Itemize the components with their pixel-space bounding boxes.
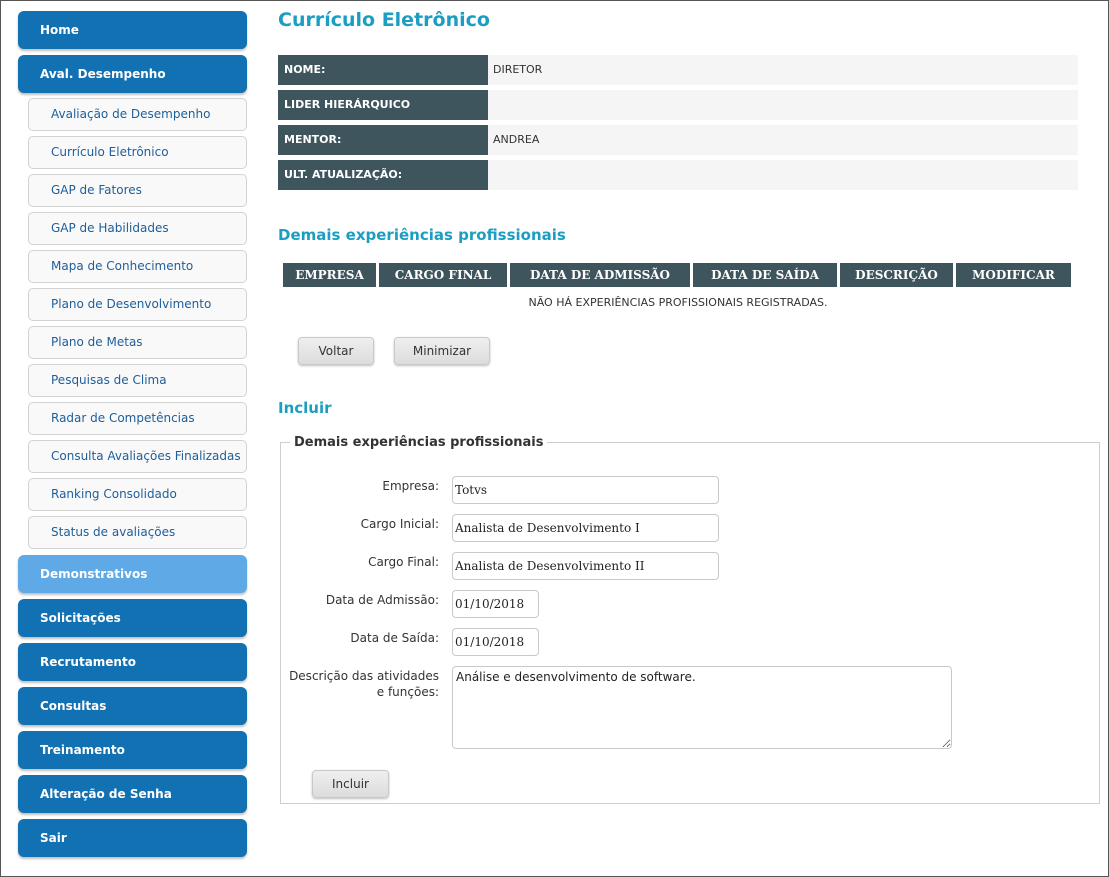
subnav-mapa-conhecimento[interactable]: Mapa de Conhecimento	[28, 250, 247, 283]
info-value-mentor: ANDREA	[493, 133, 540, 146]
experiences-section-title: Demais experiências profissionais	[278, 226, 566, 244]
col-modificar: MODIFICAR	[956, 263, 1071, 287]
col-data-saida: DATA DE SAÍDA	[693, 263, 837, 287]
subnav-avaliacao-desempenho[interactable]: Avaliação de Desempenho	[28, 98, 247, 131]
info-label-ult-atualizacao: ULT. ATUALIZAÇÃO:	[278, 160, 488, 190]
subnav-radar-competencias[interactable]: Radar de Competências	[28, 402, 247, 435]
experiences-empty-message: NÃO HÁ EXPERIÊNCIAS PROFISSIONAIS REGIST…	[528, 296, 828, 309]
nav-demonstrativos[interactable]: Demonstrativos	[18, 555, 247, 593]
col-descricao: DESCRIÇÃO	[840, 263, 953, 287]
experiences-table: EMPRESA CARGO FINAL DATA DE ADMISSÃO DAT…	[280, 263, 1074, 287]
info-label-lider: LIDER HIERÁRQUICO	[278, 90, 488, 120]
empresa-label: Empresa:	[382, 479, 439, 493]
info-row-ult-atualizacao: ULT. ATUALIZAÇÃO:	[278, 160, 1078, 190]
data-admissao-label: Data de Admissão:	[325, 593, 439, 607]
subnav-pesquisas-clima[interactable]: Pesquisas de Clima	[28, 364, 247, 397]
nav-recrutamento[interactable]: Recrutamento	[18, 643, 247, 681]
page-title: Currículo Eletrônico	[278, 9, 490, 31]
descricao-textarea[interactable]: Análise e desenvolvimento de software.	[452, 666, 952, 749]
nav-solicitacoes[interactable]: Solicitações	[18, 599, 247, 637]
col-data-admissao: DATA DE ADMISSÃO	[510, 263, 690, 287]
info-row-mentor: MENTOR: ANDREA	[278, 125, 1078, 155]
data-saida-label: Data de Saída:	[350, 631, 439, 645]
include-fieldset: Demais experiências profissionais Empres…	[280, 435, 1100, 804]
col-empresa: EMPRESA	[283, 263, 376, 287]
submenu-aval-desempenho: Avaliação de Desempenho Currículo Eletrô…	[18, 98, 247, 549]
info-row-lider: LIDER HIERÁRQUICO	[278, 90, 1078, 120]
cargo-final-label: Cargo Final:	[368, 555, 439, 569]
subnav-curriculo-eletronico[interactable]: Currículo Eletrônico	[28, 136, 247, 169]
info-value-nome: DIRETOR	[493, 63, 543, 76]
empresa-input[interactable]	[452, 476, 719, 504]
subnav-plano-metas[interactable]: Plano de Metas	[28, 326, 247, 359]
nav-sair[interactable]: Sair	[18, 819, 247, 857]
minimize-button[interactable]: Minimizar	[394, 337, 490, 365]
include-submit-button[interactable]: Incluir	[312, 770, 389, 798]
col-cargo-final: CARGO FINAL	[379, 263, 507, 287]
cargo-inicial-label: Cargo Inicial:	[360, 517, 439, 531]
subnav-gap-fatores[interactable]: GAP de Fatores	[28, 174, 247, 207]
nav-treinamento[interactable]: Treinamento	[18, 731, 247, 769]
info-label-nome: NOME:	[278, 55, 488, 85]
nav-aval-desempenho[interactable]: Aval. Desempenho	[18, 55, 247, 93]
descricao-label-line2: e funções:	[376, 685, 439, 699]
subnav-ranking-consolidado[interactable]: Ranking Consolidado	[28, 478, 247, 511]
cargo-inicial-input[interactable]	[452, 514, 719, 542]
data-admissao-input[interactable]	[452, 590, 539, 618]
nav-consultas[interactable]: Consultas	[18, 687, 247, 725]
cargo-final-input[interactable]	[452, 552, 719, 580]
info-row-nome: NOME: DIRETOR	[278, 55, 1078, 85]
descricao-label-line1: Descrição das atividades	[289, 669, 439, 683]
back-button[interactable]: Voltar	[298, 337, 374, 365]
descricao-label: Descrição das atividades e funções:	[289, 668, 439, 700]
sidebar: Home Aval. Desempenho Avaliação de Desem…	[18, 11, 247, 863]
subnav-consulta-avaliacoes[interactable]: Consulta Avaliações Finalizadas	[28, 440, 247, 473]
include-legend: Demais experiências profissionais	[290, 435, 548, 450]
subnav-status-avaliacoes[interactable]: Status de avaliações	[28, 516, 247, 549]
data-saida-input[interactable]	[452, 628, 539, 656]
include-section-title: Incluir	[278, 399, 332, 417]
info-label-mentor: MENTOR:	[278, 125, 488, 155]
subnav-gap-habilidades[interactable]: GAP de Habilidades	[28, 212, 247, 245]
subnav-plano-desenvolvimento[interactable]: Plano de Desenvolvimento	[28, 288, 247, 321]
nav-home[interactable]: Home	[18, 11, 247, 49]
nav-alteracao-senha[interactable]: Alteração de Senha	[18, 775, 247, 813]
